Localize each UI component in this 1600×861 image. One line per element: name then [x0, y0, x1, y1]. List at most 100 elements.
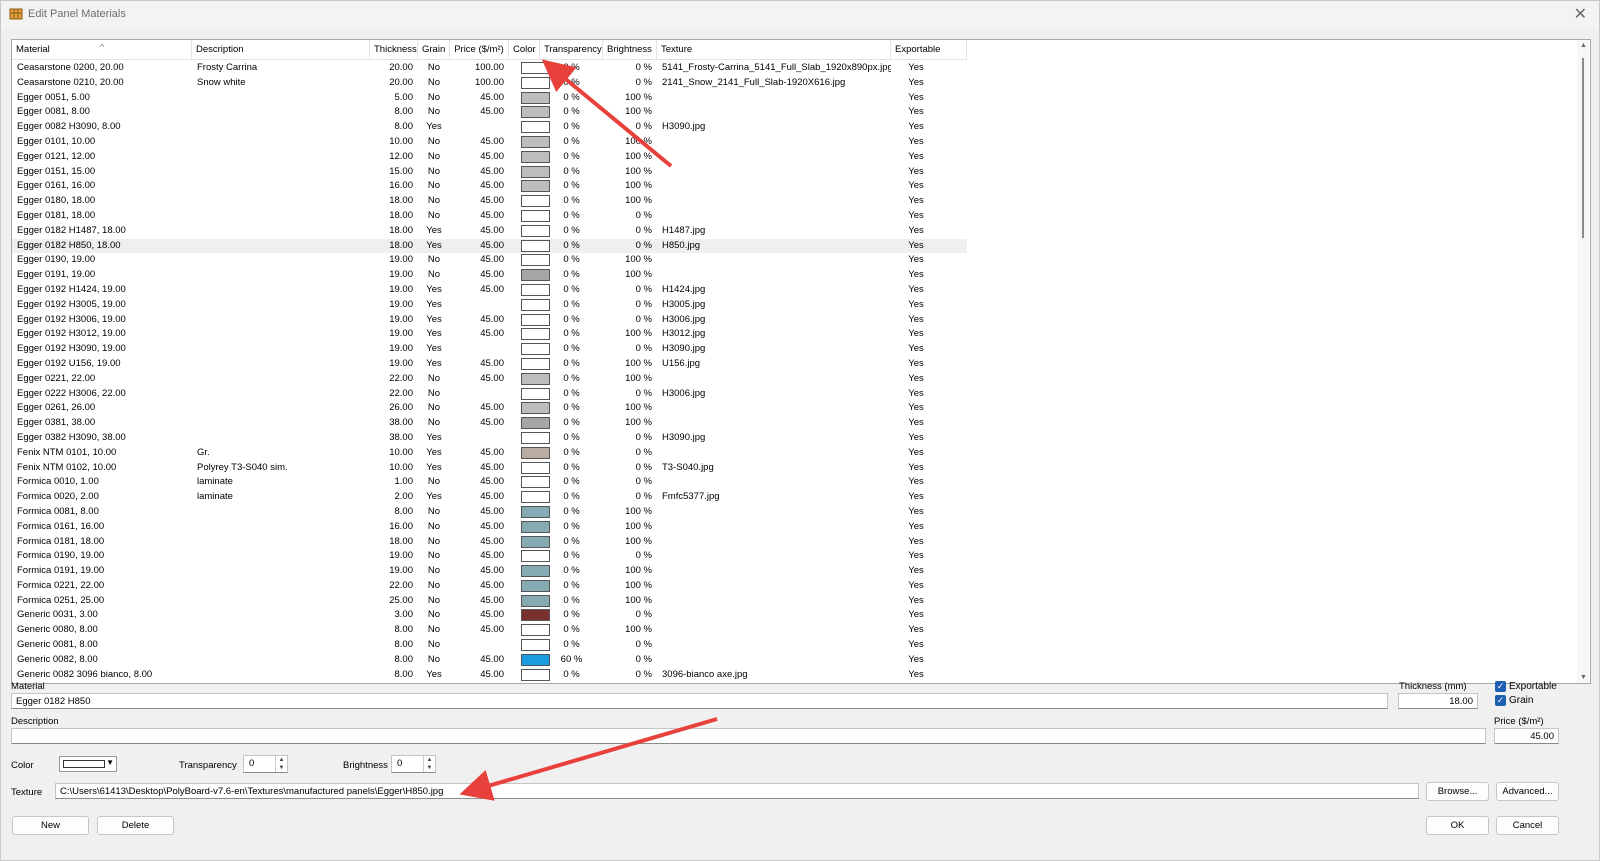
color-swatch[interactable]: [521, 283, 550, 296]
color-swatch[interactable]: [521, 476, 550, 489]
color-swatch[interactable]: [521, 372, 550, 385]
color-swatch[interactable]: [521, 594, 550, 607]
color-swatch[interactable]: [521, 653, 550, 666]
col-header-color[interactable]: Color: [509, 40, 540, 60]
advanced-button[interactable]: Advanced...: [1496, 782, 1559, 801]
col-header-texture[interactable]: Texture: [657, 40, 891, 60]
table-row[interactable]: Generic 0031, 3.00 3.00 No 45.00 0 % 0 % Yes: [12, 608, 967, 623]
color-swatch[interactable]: [521, 254, 550, 267]
color-swatch[interactable]: [521, 535, 550, 548]
color-swatch[interactable]: [521, 417, 550, 430]
table-row[interactable]: Ceasarstone 0210, 20.00 Snow white 20.00 No…: [12, 76, 967, 91]
table-row[interactable]: Generic 0082 3096 bianco, 8.00 8.00 Yes 45.…: [12, 668, 967, 683]
thickness-field[interactable]: 18.00: [1398, 693, 1478, 709]
ok-button[interactable]: OK: [1426, 816, 1489, 835]
table-row[interactable]: Egger 0051, 5.00 5.00 No 45.00 0 % 100 % Yes: [12, 91, 967, 106]
table-row[interactable]: Egger 0182 H1487, 18.00 18.00 Yes 45.00 0 % 0…: [12, 224, 967, 239]
color-swatch[interactable]: [521, 565, 550, 578]
table-row[interactable]: Egger 0221, 22.00 22.00 No 45.00 0 % 100 % Yes: [12, 372, 967, 387]
color-swatch[interactable]: [521, 269, 550, 282]
transparency-spinner[interactable]: 0 ▲ ▼: [243, 755, 288, 773]
table-row[interactable]: Egger 0161, 16.00 16.00 No 45.00 0 % 100 % Yes: [12, 179, 967, 194]
table-row[interactable]: Egger 0082 H3090, 8.00 8.00 Yes 0 % 0 % H3090…: [12, 120, 967, 135]
color-swatch[interactable]: [521, 446, 550, 459]
table-row[interactable]: Fenix NTM 0102, 10.00 Polyrey T3-S040 sim…: [12, 461, 967, 476]
color-swatch[interactable]: [521, 387, 550, 400]
color-swatch[interactable]: [521, 91, 550, 104]
color-swatch[interactable]: [521, 357, 550, 370]
materials-table[interactable]: Material ^ Description Thickness Grain Pr…: [11, 39, 1591, 684]
description-field[interactable]: [11, 728, 1486, 744]
table-row[interactable]: Ceasarstone 0200, 20.00 Frosty Carrina 20.…: [12, 61, 967, 76]
table-row[interactable]: Egger 0192 H3006, 19.00 19.00 Yes 45.00 0 % 0…: [12, 313, 967, 328]
table-row[interactable]: Egger 0192 H3012, 19.00 19.00 Yes 45.00 0 % 1…: [12, 327, 967, 342]
table-row[interactable]: Egger 0182 H850, 18.00 18.00 Yes 45.00 0 % 0 …: [12, 238, 967, 254]
close-icon[interactable]: ✕: [1574, 4, 1587, 24]
spinner-arrows-icon[interactable]: ▲ ▼: [423, 756, 435, 772]
color-swatch[interactable]: [521, 491, 550, 504]
table-row[interactable]: Formica 0251, 25.00 25.00 No 45.00 0 % 100 % Y…: [12, 594, 967, 609]
table-row[interactable]: Formica 0190, 19.00 19.00 No 45.00 0 % 0 % Yes: [12, 549, 967, 564]
col-header-material[interactable]: Material ^: [12, 40, 192, 60]
material-field[interactable]: Egger 0182 H850: [11, 693, 1388, 709]
table-row[interactable]: Egger 0222 H3006, 22.00 22.00 No 0 % 0 % H300…: [12, 387, 967, 402]
table-row[interactable]: Egger 0382 H3090, 38.00 38.00 Yes 0 % 0 % H30…: [12, 431, 967, 446]
color-swatch[interactable]: [521, 624, 550, 637]
color-swatch[interactable]: [521, 165, 550, 178]
table-row[interactable]: Formica 0020, 2.00 laminate 2.00 Yes 45.00 0 …: [12, 490, 967, 505]
color-swatch[interactable]: [521, 135, 550, 148]
color-swatch[interactable]: [521, 62, 550, 74]
table-row[interactable]: Egger 0191, 19.00 19.00 No 45.00 0 % 100 % Yes: [12, 268, 967, 283]
scrollbar-thumb[interactable]: [1582, 58, 1584, 238]
color-swatch[interactable]: [521, 343, 550, 356]
color-swatch[interactable]: [521, 224, 550, 237]
col-header-brightness[interactable]: Brightness: [603, 40, 657, 60]
texture-path-field[interactable]: C:\Users\61413\Desktop\PolyBoard-v7.6-en…: [55, 783, 1419, 799]
browse-button[interactable]: Browse...: [1426, 782, 1489, 801]
table-row[interactable]: Egger 0192 H3090, 19.00 19.00 Yes 0 % 0 % H30…: [12, 342, 967, 357]
scroll-up-icon[interactable]: ▲: [1580, 42, 1587, 49]
table-row[interactable]: Egger 0101, 10.00 10.00 No 45.00 0 % 100 % Yes: [12, 135, 967, 150]
table-row[interactable]: Formica 0181, 18.00 18.00 No 45.00 0 % 100 % Y…: [12, 535, 967, 550]
color-swatch[interactable]: [521, 461, 550, 474]
color-swatch[interactable]: [521, 579, 550, 592]
col-header-description[interactable]: Description: [192, 40, 370, 60]
table-row[interactable]: Egger 0181, 18.00 18.00 No 45.00 0 % 0 % Yes: [12, 209, 967, 224]
col-header-price[interactable]: Price ($/m²): [450, 40, 509, 60]
table-row[interactable]: Egger 0192 H3005, 19.00 19.00 Yes 0 % 0 % H30…: [12, 298, 967, 313]
color-swatch[interactable]: [521, 106, 550, 119]
table-row[interactable]: Formica 0081, 8.00 8.00 No 45.00 0 % 100 % Yes: [12, 505, 967, 520]
table-row[interactable]: Egger 0192 U156, 19.00 19.00 Yes 45.00 0 % 10…: [12, 357, 967, 372]
table-row[interactable]: Egger 0081, 8.00 8.00 No 45.00 0 % 100 % Yes: [12, 105, 967, 120]
new-button[interactable]: New: [12, 816, 89, 835]
table-row[interactable]: Formica 0191, 19.00 19.00 No 45.00 0 % 100 % Y…: [12, 564, 967, 579]
table-row[interactable]: Egger 0151, 15.00 15.00 No 45.00 0 % 100 % Yes: [12, 165, 967, 180]
table-row[interactable]: Generic 0082, 8.00 8.00 No 45.00 60 % 0 % Yes: [12, 653, 967, 668]
color-swatch[interactable]: [521, 520, 550, 533]
color-swatch[interactable]: [521, 121, 550, 134]
color-picker[interactable]: ▼: [59, 756, 117, 772]
col-header-transparency[interactable]: Transparency: [540, 40, 603, 60]
color-swatch[interactable]: [521, 150, 550, 163]
color-swatch[interactable]: [521, 609, 550, 622]
color-swatch[interactable]: [521, 76, 550, 89]
table-row[interactable]: Formica 0221, 22.00 22.00 No 45.00 0 % 100 % Y…: [12, 579, 967, 594]
color-swatch[interactable]: [521, 639, 550, 652]
color-swatch[interactable]: [521, 313, 550, 326]
color-swatch[interactable]: [521, 239, 550, 252]
col-header-grain[interactable]: Grain: [418, 40, 450, 60]
col-header-exportable[interactable]: Exportable: [891, 40, 967, 60]
price-field[interactable]: 45.00: [1494, 728, 1559, 744]
table-row[interactable]: Egger 0381, 38.00 38.00 No 45.00 0 % 100 % Yes: [12, 416, 967, 431]
table-row[interactable]: Egger 0190, 19.00 19.00 No 45.00 0 % 100 % Yes: [12, 253, 967, 268]
table-row[interactable]: Formica 0010, 1.00 laminate 1.00 No 45.00 0 %…: [12, 475, 967, 490]
color-swatch[interactable]: [521, 209, 550, 222]
color-swatch[interactable]: [521, 180, 550, 193]
spinner-arrows-icon[interactable]: ▲ ▼: [275, 756, 287, 772]
col-header-thickness[interactable]: Thickness: [370, 40, 418, 60]
delete-button[interactable]: Delete: [97, 816, 174, 835]
table-row[interactable]: Generic 0080, 8.00 8.00 No 45.00 0 % 100 % Yes: [12, 623, 967, 638]
color-swatch[interactable]: [521, 298, 550, 311]
color-swatch[interactable]: [521, 550, 550, 563]
color-swatch[interactable]: [521, 668, 550, 681]
